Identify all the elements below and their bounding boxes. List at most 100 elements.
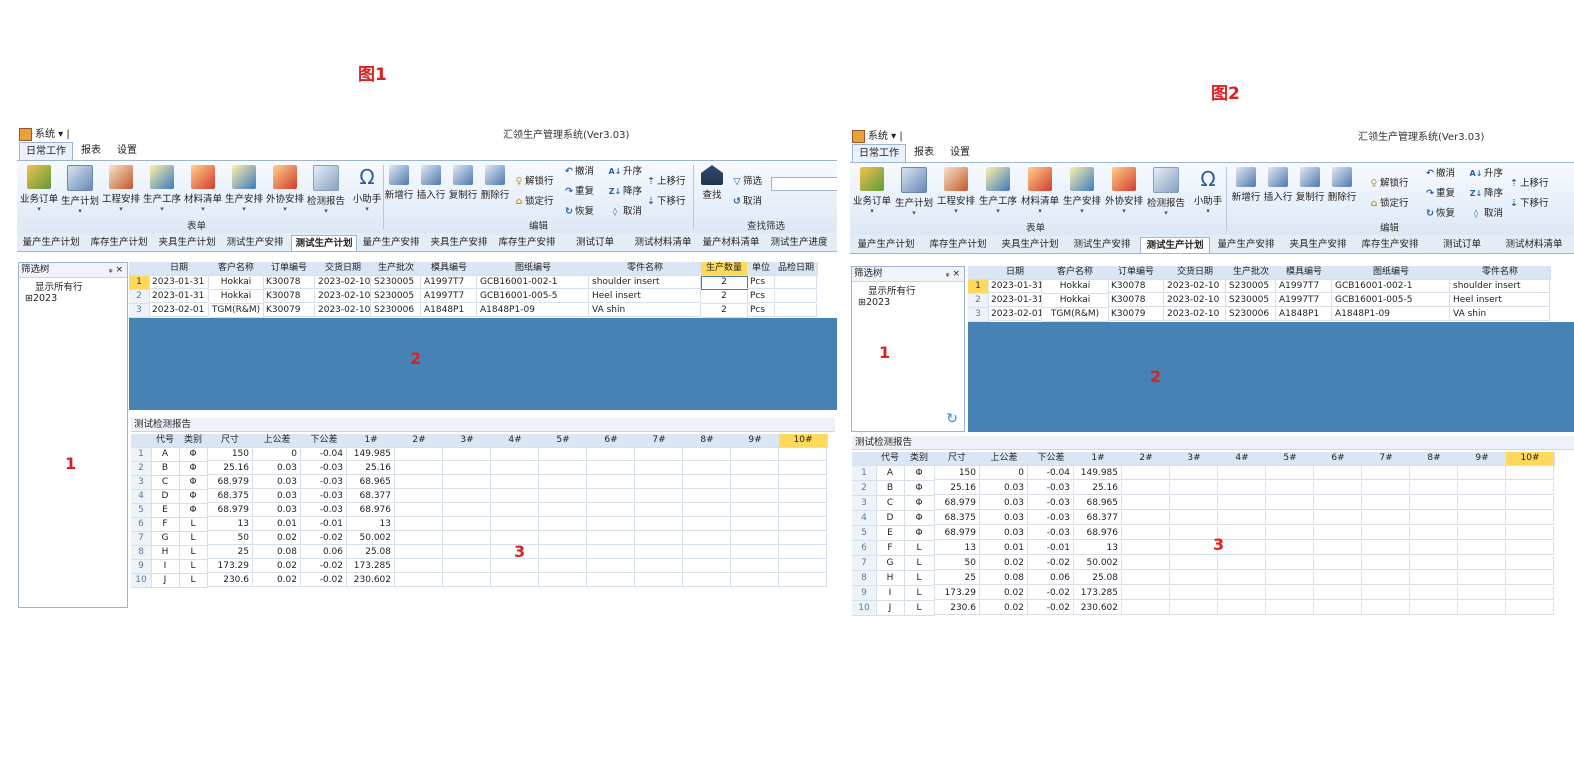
inspection-cell[interactable] bbox=[779, 490, 827, 503]
inspection-col-header-12[interactable]: 8# bbox=[1410, 452, 1459, 466]
inspection-cell[interactable] bbox=[779, 462, 827, 475]
inspection-cell[interactable] bbox=[1314, 586, 1362, 600]
inspection-cell[interactable]: 25.16 bbox=[1074, 481, 1122, 495]
inspection-cell[interactable]: 0.01 bbox=[980, 541, 1028, 555]
table-row[interactable]: 7 G L 50 0.02 -0.02 50.002 bbox=[131, 532, 835, 546]
inspection-cell[interactable]: 68.377 bbox=[1074, 511, 1122, 525]
refresh-icon[interactable]: ↻ bbox=[946, 411, 958, 427]
inspection-col-header-10[interactable]: 6# bbox=[1314, 452, 1363, 466]
top-cell[interactable]: 2023-02-10 bbox=[1164, 294, 1226, 307]
inspection-cell[interactable] bbox=[731, 504, 779, 517]
inspection-cell[interactable]: A bbox=[151, 448, 180, 462]
inspection-cell[interactable]: L bbox=[179, 546, 208, 560]
inspection-cell[interactable] bbox=[1266, 526, 1314, 540]
inspection-cell[interactable]: 13 bbox=[207, 518, 253, 531]
inspection-cell[interactable] bbox=[395, 504, 443, 517]
tree-expand-icon[interactable]: ⊞ bbox=[858, 297, 866, 308]
inspection-col-header-1[interactable]: 类别 bbox=[179, 434, 208, 448]
inspection-cell[interactable] bbox=[1506, 526, 1554, 540]
inspection-cell[interactable]: 230.602 bbox=[347, 574, 395, 587]
history-button-0[interactable]: ↶ 撤消 bbox=[563, 165, 594, 179]
table-row[interactable]: 9 I L 173.29 0.02 -0.02 173.285 bbox=[131, 560, 835, 574]
inspection-cell[interactable]: -0.04 bbox=[1028, 466, 1074, 480]
doc-tab-11[interactable]: 测试生产进度 bbox=[767, 235, 831, 250]
table-row[interactable]: 2 B Φ 25.16 0.03 -0.03 25.16 bbox=[131, 462, 835, 476]
doc-tab-6[interactable]: 夹具生产安排 bbox=[1284, 237, 1352, 252]
top-col-header-5[interactable]: 模具编号 bbox=[1276, 266, 1333, 280]
inspection-cell[interactable] bbox=[491, 504, 539, 517]
inspection-cell[interactable] bbox=[443, 448, 491, 461]
inspection-cell[interactable] bbox=[1266, 601, 1314, 615]
inspection-cell[interactable] bbox=[635, 546, 683, 559]
doc-tab-9[interactable]: 测试材料清单 bbox=[1500, 237, 1568, 252]
table-row[interactable]: 2 2023-01-31 Hokkai K30078 2023-02-10 S230005… bbox=[129, 290, 837, 304]
inspection-cell[interactable] bbox=[1170, 526, 1218, 540]
inspection-cell[interactable] bbox=[1362, 541, 1410, 555]
top-cell[interactable]: K30079 bbox=[263, 304, 315, 317]
doc-tab-1[interactable]: 库存生产计划 bbox=[924, 237, 992, 252]
inspection-cell[interactable] bbox=[539, 462, 587, 475]
inspection-cell[interactable] bbox=[635, 448, 683, 461]
top-cell[interactable]: GCB16001-005-5 bbox=[1332, 294, 1450, 307]
inspection-cell[interactable] bbox=[587, 574, 635, 587]
inspection-cell[interactable] bbox=[587, 448, 635, 461]
menu-tab-1[interactable]: 报表 bbox=[75, 142, 107, 159]
inspection-col-header-0[interactable]: 代号 bbox=[151, 434, 180, 448]
top-cell[interactable]: S230005 bbox=[1226, 294, 1276, 307]
inspection-col-header-11[interactable]: 7# bbox=[1362, 452, 1411, 466]
inspection-cell[interactable] bbox=[683, 546, 731, 559]
inspection-cell[interactable] bbox=[635, 518, 683, 531]
doc-tab-6[interactable]: 夹具生产安排 bbox=[427, 235, 491, 250]
inspection-cell[interactable] bbox=[395, 560, 443, 573]
inspection-cell[interactable]: 68.976 bbox=[347, 504, 395, 517]
doc-tab-7[interactable]: 库存生产安排 bbox=[495, 235, 559, 250]
inspection-cell[interactable]: 68.979 bbox=[207, 504, 253, 517]
inspection-cell[interactable] bbox=[1314, 601, 1362, 615]
history-button-1[interactable]: ↷ 重复 bbox=[563, 185, 594, 199]
ribbon-button-2[interactable]: 工程安排 ▾ bbox=[936, 167, 976, 215]
inspection-col-header-3[interactable]: 上公差 bbox=[980, 452, 1029, 466]
top-col-header-4[interactable]: 生产批次 bbox=[371, 262, 422, 276]
inspection-cell[interactable] bbox=[1218, 571, 1266, 585]
inspection-col-header-2[interactable]: 尺寸 bbox=[934, 452, 981, 466]
inspection-cell[interactable] bbox=[1122, 481, 1170, 495]
inspection-cell[interactable]: E bbox=[151, 504, 180, 518]
inspection-cell[interactable] bbox=[1506, 466, 1554, 480]
inspection-cell[interactable]: B bbox=[876, 481, 905, 496]
inspection-cell[interactable] bbox=[1362, 526, 1410, 540]
inspection-cell[interactable] bbox=[1506, 496, 1554, 510]
top-cell[interactable]: Heel insert bbox=[589, 290, 701, 303]
inspection-cell[interactable] bbox=[683, 532, 731, 545]
top-cell[interactable] bbox=[775, 304, 817, 317]
top-cell[interactable]: 2023-02-01 bbox=[149, 304, 209, 317]
inspection-cell[interactable] bbox=[1266, 496, 1314, 510]
inspection-col-header-6[interactable]: 2# bbox=[1122, 452, 1171, 466]
inspection-cell[interactable] bbox=[1362, 496, 1410, 510]
inspection-cell[interactable]: 173.29 bbox=[207, 560, 253, 573]
inspection-col-header-4[interactable]: 下公差 bbox=[1028, 452, 1075, 466]
inspection-cell[interactable]: 0.03 bbox=[253, 476, 301, 489]
top-cell[interactable]: 2023-01-31 bbox=[149, 276, 209, 289]
inspection-col-header-7[interactable]: 3# bbox=[443, 434, 492, 448]
top-cell[interactable]: Pcs bbox=[747, 304, 775, 317]
inspection-cell[interactable] bbox=[1218, 481, 1266, 495]
inspection-cell[interactable] bbox=[1122, 466, 1170, 480]
sort-button-1[interactable]: Z↓ 降序 bbox=[1468, 187, 1503, 201]
inspection-cell[interactable] bbox=[683, 476, 731, 489]
lock-button-1[interactable]: ⌂ 锁定行 bbox=[1368, 197, 1409, 211]
inspection-cell[interactable]: 173.285 bbox=[347, 560, 395, 573]
inspection-cell[interactable]: 150 bbox=[934, 466, 980, 480]
inspection-cell[interactable] bbox=[1266, 541, 1314, 555]
inspection-cell[interactable] bbox=[1410, 466, 1458, 480]
inspection-col-header-8[interactable]: 4# bbox=[1218, 452, 1267, 466]
inspection-cell[interactable]: Φ bbox=[179, 476, 208, 490]
inspection-cell[interactable]: 0.03 bbox=[253, 490, 301, 503]
inspection-cell[interactable]: L bbox=[904, 571, 935, 586]
top-cell[interactable]: Heel insert bbox=[1450, 294, 1550, 307]
table-row[interactable]: 4 D Φ 68.375 0.03 -0.03 68.377 bbox=[131, 490, 835, 504]
inspection-cell[interactable]: L bbox=[179, 574, 208, 588]
doc-tab-4[interactable]: 测试生产计划 bbox=[1140, 237, 1210, 253]
doc-tab-5[interactable]: 量产生产安排 bbox=[359, 235, 423, 250]
sort-button-2[interactable]: ◊ 取消 bbox=[607, 205, 642, 219]
inspection-cell[interactable]: 0.01 bbox=[253, 518, 301, 531]
